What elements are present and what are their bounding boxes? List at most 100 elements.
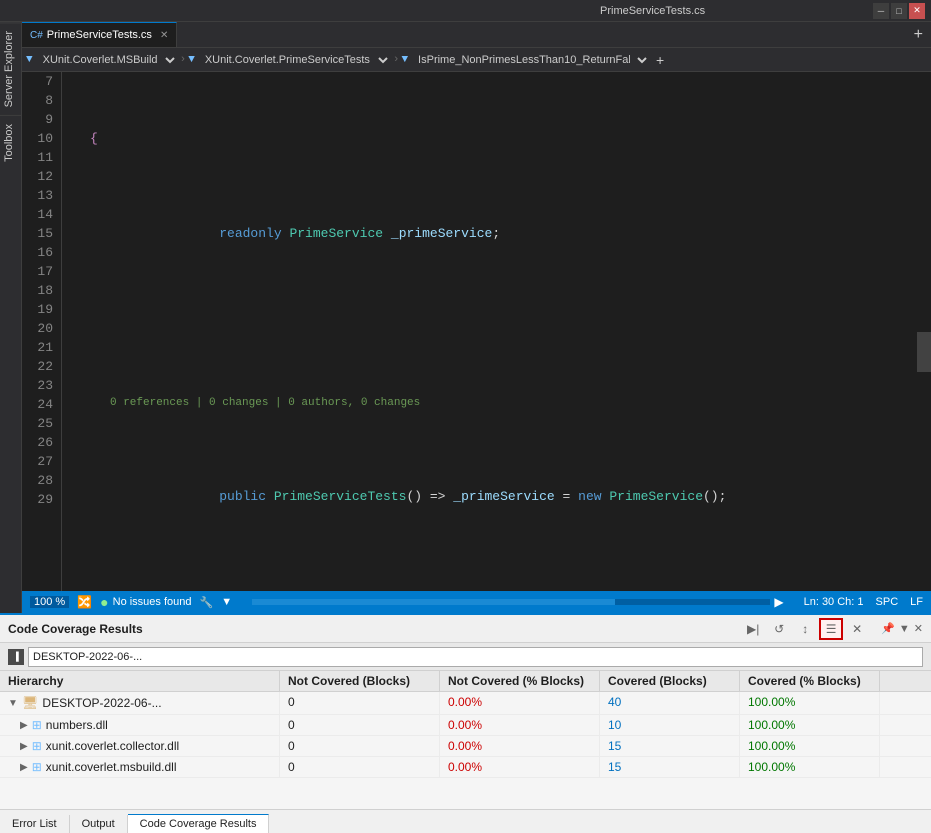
table-row: ▶ ⊞ numbers.dll 0 0.00% 10 100.00% <box>0 715 931 736</box>
col-hierarchy: Hierarchy <box>0 671 280 691</box>
bc-sep-1: › <box>180 54 187 66</box>
breadcrumb-3: ▼ IsPrime_NonPrimesLessThan10_ReturnFals… <box>401 50 650 70</box>
panel-collapse-button[interactable]: ▼ <box>899 623 910 635</box>
build-icon: 🔧 <box>200 596 214 609</box>
expand-arrow-3[interactable]: ▶ <box>20 741 28 752</box>
title-bar: PrimeServiceTests.cs ─ □ ✕ <box>0 0 931 22</box>
line-ending-indicator: LF <box>910 596 923 608</box>
input-icon: ▐ <box>8 649 24 665</box>
no-issues-indicator: ● No issues found <box>100 594 191 610</box>
not-covered-pct-3: 0.00% <box>440 736 600 756</box>
breadcrumb-bar: ▼ XUnit.Coverlet.MSBuild › ▼ XUnit.Cover… <box>22 48 931 72</box>
line-numbers: 7 8 9 10 11 12 13 14 15 16 17 18 19 20 2… <box>22 72 62 591</box>
col-not-covered-pct: Not Covered (% Blocks) <box>440 671 600 691</box>
no-issues-text: No issues found <box>113 596 192 608</box>
hierarchy-cell-4: ▶ ⊞ xunit.coverlet.msbuild.dll <box>0 757 280 777</box>
table-row: ▼ 🖥 DESKTOP-2022-06-... 0 0.00% 40 100.0… <box>0 692 931 715</box>
code-line-7: { <box>70 129 909 148</box>
code-editor[interactable]: 7 8 9 10 11 12 13 14 15 16 17 18 19 20 2… <box>22 72 917 591</box>
code-line-9 <box>70 319 909 338</box>
checkmark-icon: ● <box>100 594 108 610</box>
hint-line-10: 0 references | 0 changes | 0 authors, 0 … <box>70 395 909 411</box>
not-covered-blocks-4: 0 <box>280 757 440 777</box>
main-container: Server Explorer Toolbox C# PrimeServiceT… <box>0 22 931 613</box>
covered-pct-2: 100.00% <box>740 715 880 735</box>
covered-blocks-3: 15 <box>600 736 740 756</box>
col-not-covered-blocks: Not Covered (Blocks) <box>280 671 440 691</box>
breadcrumb-add-button[interactable]: + <box>652 52 668 68</box>
window-controls: ─ □ ✕ <box>873 3 931 19</box>
refresh-button[interactable]: ↺ <box>767 618 791 640</box>
expand-collapse-button[interactable]: ↕ <box>793 618 817 640</box>
covered-blocks-2: 10 <box>600 715 740 735</box>
hierarchy-cell-3: ▶ ⊞ xunit.coverlet.collector.dll <box>0 736 280 756</box>
dll-icon-2: ⊞ <box>32 718 42 732</box>
side-panel: Server Explorer Toolbox <box>0 22 22 613</box>
coverage-table[interactable]: Hierarchy Not Covered (Blocks) Not Cover… <box>0 671 931 809</box>
code-content: { readonly PrimeService _primeService; 0… <box>62 72 917 591</box>
panel-title-bar: Code Coverage Results ▶| ↺ ↕ ☰ ✕ 📌 ▼ ✕ <box>0 615 931 643</box>
tab-output[interactable]: Output <box>70 815 128 833</box>
not-covered-pct-4: 0.00% <box>440 757 600 777</box>
covered-blocks-4: 15 <box>600 757 740 777</box>
tab-close-icon[interactable]: ✕ <box>160 30 168 41</box>
col-covered-pct: Covered (% Blocks) <box>740 671 880 691</box>
hierarchy-cell-1: ▼ 🖥 DESKTOP-2022-06-... <box>0 692 280 714</box>
bottom-panel: Code Coverage Results ▶| ↺ ↕ ☰ ✕ 📌 ▼ ✕ ▐… <box>0 613 931 833</box>
folder-icon-1: 🖥 <box>22 695 39 711</box>
minimize-button[interactable]: ─ <box>873 3 889 19</box>
code-line-11 <box>70 582 909 591</box>
vertical-scrollbar[interactable] <box>917 72 931 591</box>
dropdown-arrow[interactable]: ▼ <box>221 596 232 608</box>
bc2-icon: ▼ <box>188 54 195 66</box>
breadcrumb-1: ▼ XUnit.Coverlet.MSBuild <box>26 50 178 70</box>
expand-arrow-2[interactable]: ▶ <box>20 720 28 731</box>
zoom-level[interactable]: 100 % <box>30 596 69 608</box>
run-coverage-button[interactable]: ▶| <box>741 618 765 640</box>
tab-code-coverage[interactable]: Code Coverage Results <box>128 814 270 833</box>
breadcrumb-select-3[interactable]: IsPrime_NonPrimesLessThan10_ReturnFalse(… <box>410 50 650 70</box>
panel-dock-controls: 📌 ▼ ✕ <box>881 622 923 635</box>
pin-button[interactable]: 📌 <box>881 622 895 635</box>
hierarchy-cell-2: ▶ ⊞ numbers.dll <box>0 715 280 735</box>
git-icon: 🔀 <box>77 595 92 609</box>
close-panel-button[interactable]: ✕ <box>845 618 869 640</box>
covered-pct-1: 100.00% <box>740 692 880 714</box>
breadcrumb-select-2[interactable]: XUnit.Coverlet.PrimeServiceTests <box>197 50 391 70</box>
tab-bar: C# PrimeServiceTests.cs ✕ + <box>22 22 931 48</box>
scrollbar-thumb <box>917 332 931 372</box>
covered-blocks-1: 40 <box>600 692 740 714</box>
bc1-icon: ▼ <box>26 54 33 66</box>
code-line-10: public PrimeServiceTests() => _primeServ… <box>70 468 909 525</box>
maximize-button[interactable]: □ <box>891 3 907 19</box>
not-covered-pct-1: 0.00% <box>440 692 600 714</box>
status-bar: 100 % 🔀 ● No issues found 🔧 ▼ ▶ Ln: 30 C… <box>22 591 931 613</box>
expand-arrow-4[interactable]: ▶ <box>20 762 28 773</box>
active-tab[interactable]: C# PrimeServiceTests.cs ✕ <box>22 22 177 47</box>
close-button[interactable]: ✕ <box>909 3 925 19</box>
table-row: ▶ ⊞ xunit.coverlet.msbuild.dll 0 0.00% 1… <box>0 757 931 778</box>
not-covered-blocks-2: 0 <box>280 715 440 735</box>
dll-icon-4: ⊞ <box>32 760 42 774</box>
status-right: Ln: 30 Ch: 1 SPC LF <box>804 596 923 608</box>
row-name-1: DESKTOP-2022-06-... <box>42 696 161 710</box>
bc-sep-2: › <box>393 54 400 66</box>
new-tab-button[interactable]: + <box>910 26 927 44</box>
h-scrollbar-track[interactable] <box>252 599 770 605</box>
show-table-button[interactable]: ☰ <box>819 618 843 640</box>
active-file-title: PrimeServiceTests.cs <box>0 5 873 17</box>
panel-close-x[interactable]: ✕ <box>914 622 923 635</box>
editor-container: C# PrimeServiceTests.cs ✕ + ▼ XUnit.Cove… <box>22 22 931 613</box>
scroll-right-arrow[interactable]: ▶ <box>774 595 783 609</box>
bc3-icon: ▼ <box>401 54 408 66</box>
tab-error-list[interactable]: Error List <box>0 815 70 833</box>
coverage-input[interactable] <box>28 647 923 667</box>
not-covered-blocks-1: 0 <box>280 692 440 714</box>
expand-arrow-1[interactable]: ▼ <box>8 698 18 709</box>
tab-filename: PrimeServiceTests.cs <box>47 29 152 41</box>
col-covered-blocks: Covered (Blocks) <box>600 671 740 691</box>
breadcrumb-select-1[interactable]: XUnit.Coverlet.MSBuild <box>35 50 178 70</box>
row-name-3: xunit.coverlet.collector.dll <box>46 739 179 753</box>
toolbox-tab[interactable]: Toolbox <box>0 115 21 170</box>
server-explorer-tab[interactable]: Server Explorer <box>0 22 21 115</box>
